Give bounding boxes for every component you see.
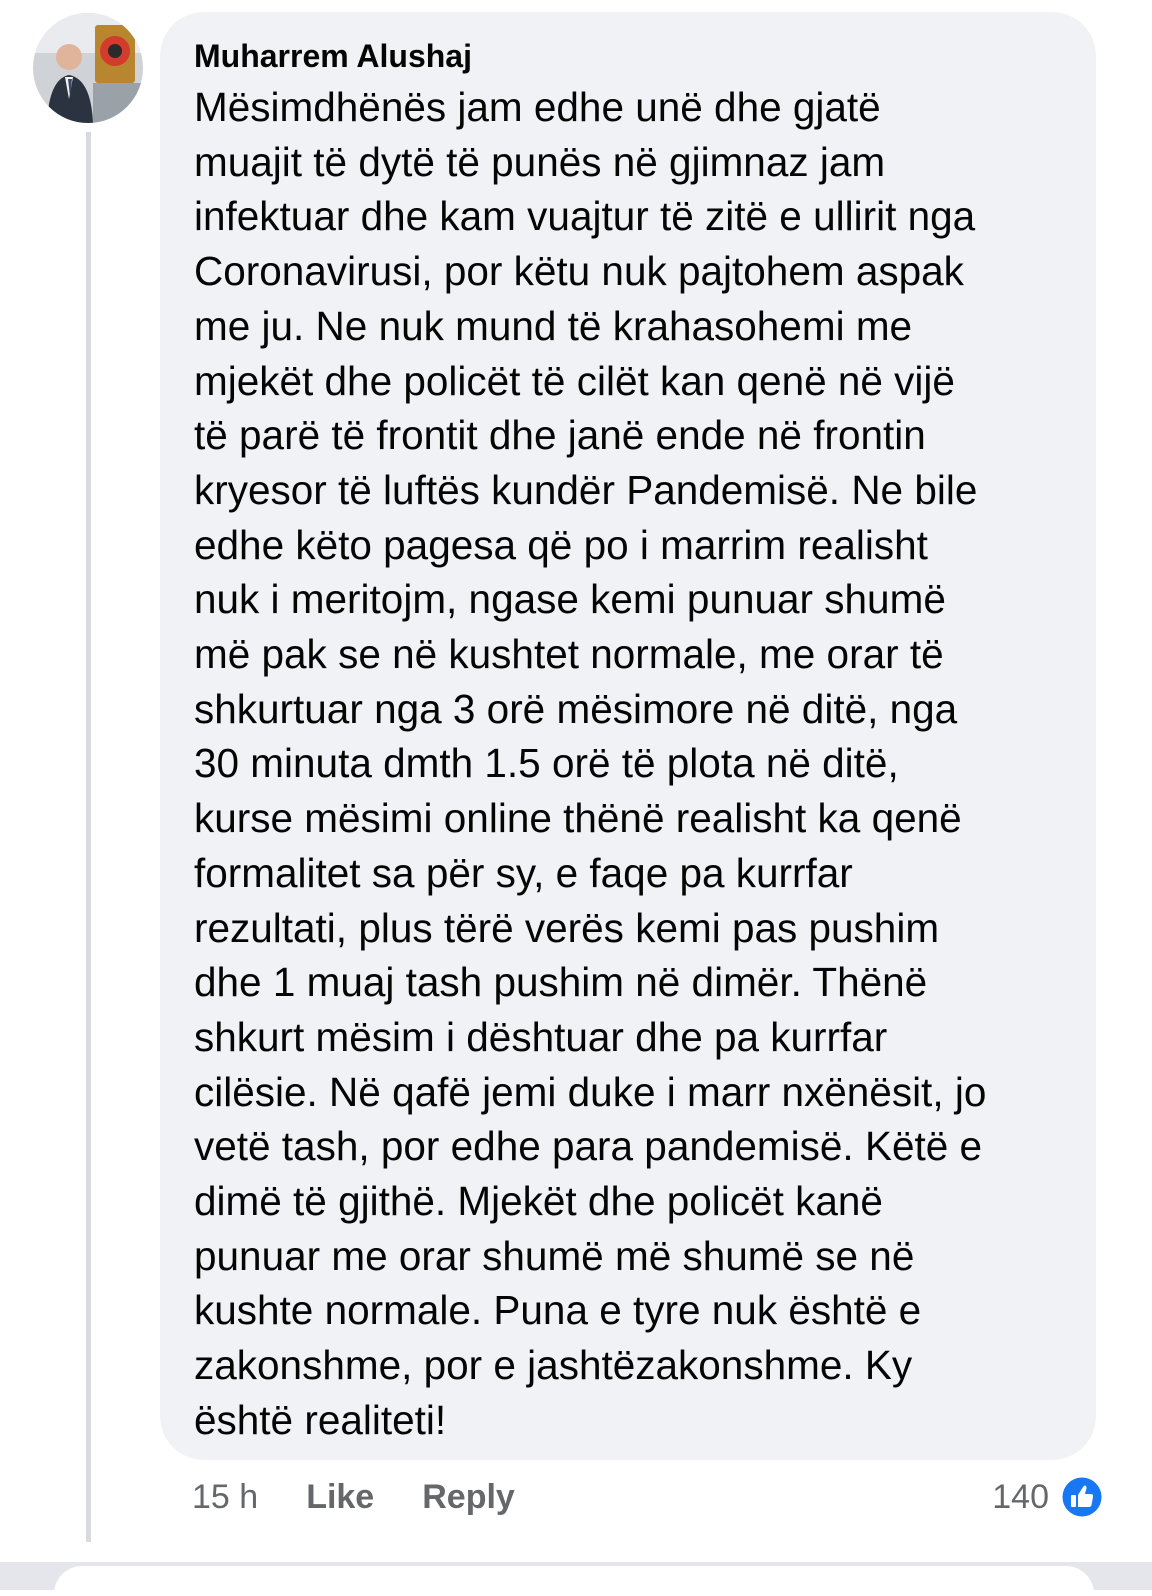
avatar[interactable] bbox=[33, 13, 143, 123]
comment-line: më pak se në kushtet normale, me orar të bbox=[194, 631, 944, 678]
comment-line: kryesor të luftës kundër Pandemisë. Ne b… bbox=[194, 466, 978, 513]
comment-text: Mësimdhënës jam edhe unë dhe gjatë muaji… bbox=[194, 80, 1062, 1448]
next-card-edge bbox=[54, 1566, 1094, 1596]
comment-line: mjekët dhe policët të cilët kan qenë në … bbox=[194, 357, 955, 404]
comment-line: është realiteti! bbox=[194, 1396, 447, 1443]
comment-line: të parë të frontit dhe janë ende në fron… bbox=[194, 412, 926, 459]
comment-line: kurse mësimi online thënë realisht ka qe… bbox=[194, 795, 962, 842]
comment-line: punuar me orar shumë më shumë se në bbox=[194, 1232, 915, 1279]
profile-photo-icon bbox=[33, 13, 143, 123]
comment-line: rezultati, plus tërë verës kemi pas push… bbox=[194, 904, 940, 951]
comment-timestamp[interactable]: 15 h bbox=[192, 1478, 258, 1517]
comment-line: zakonshme, por e jashtëzakonshme. Ky bbox=[194, 1342, 913, 1389]
reply-button[interactable]: Reply bbox=[422, 1478, 515, 1517]
comment-line: vetë tash, por edhe para pandemisë. Këtë… bbox=[194, 1123, 983, 1170]
comment-line: cilësie. Në qafë jemi duke i marr nxënës… bbox=[194, 1068, 987, 1115]
comment-line: formalitet sa për sy, e faqe pa kurrfar bbox=[194, 849, 853, 896]
comment-line: kushte normale. Puna e tyre nuk është e bbox=[194, 1287, 922, 1334]
reaction-count: 140 bbox=[992, 1477, 1049, 1516]
comment-line: shkurt mësim i dështuar dhe pa kurrfar bbox=[194, 1013, 888, 1060]
comment-author[interactable]: Muharrem Alushaj bbox=[194, 34, 1062, 78]
comment-line: Coronavirusi, por këtu nuk pajtohem aspa… bbox=[194, 248, 964, 295]
comment-line: dhe 1 muaj tash pushim në dimër. Thënë bbox=[194, 959, 928, 1006]
like-button[interactable]: Like bbox=[306, 1478, 374, 1517]
comment-line: infektuar dhe kam vuajtur të zitë e ulli… bbox=[194, 193, 976, 240]
comment-line: 30 minuta dmth 1.5 orë të plota në ditë, bbox=[194, 740, 899, 787]
thumbs-up-icon bbox=[1060, 1475, 1104, 1519]
comment-line: dimë të gjithë. Mjekët dhe policët kanë bbox=[194, 1178, 883, 1225]
comment-actions: 15 h Like Reply bbox=[192, 1470, 515, 1524]
comment-bubble: Muharrem Alushaj Mësimdhënës jam edhe un… bbox=[160, 12, 1096, 1460]
reaction-summary[interactable]: 140 bbox=[992, 1470, 1105, 1524]
comment-line: me ju. Ne nuk mund të krahasohemi me bbox=[194, 302, 913, 349]
comment-line: edhe këto pagesa që po i marrim realisht bbox=[194, 521, 928, 568]
comment-line: nuk i meritojm, ngase kemi punuar shumë bbox=[194, 576, 946, 623]
comment-line: Mësimdhënës jam edhe unë dhe gjatë bbox=[194, 84, 881, 130]
comment-line: muajit të dytë të punës në gjimnaz jam bbox=[194, 138, 886, 185]
thread-line bbox=[86, 132, 91, 1542]
comment-line: shkurtuar nga 3 orë mësimore në ditë, ng… bbox=[194, 685, 958, 732]
